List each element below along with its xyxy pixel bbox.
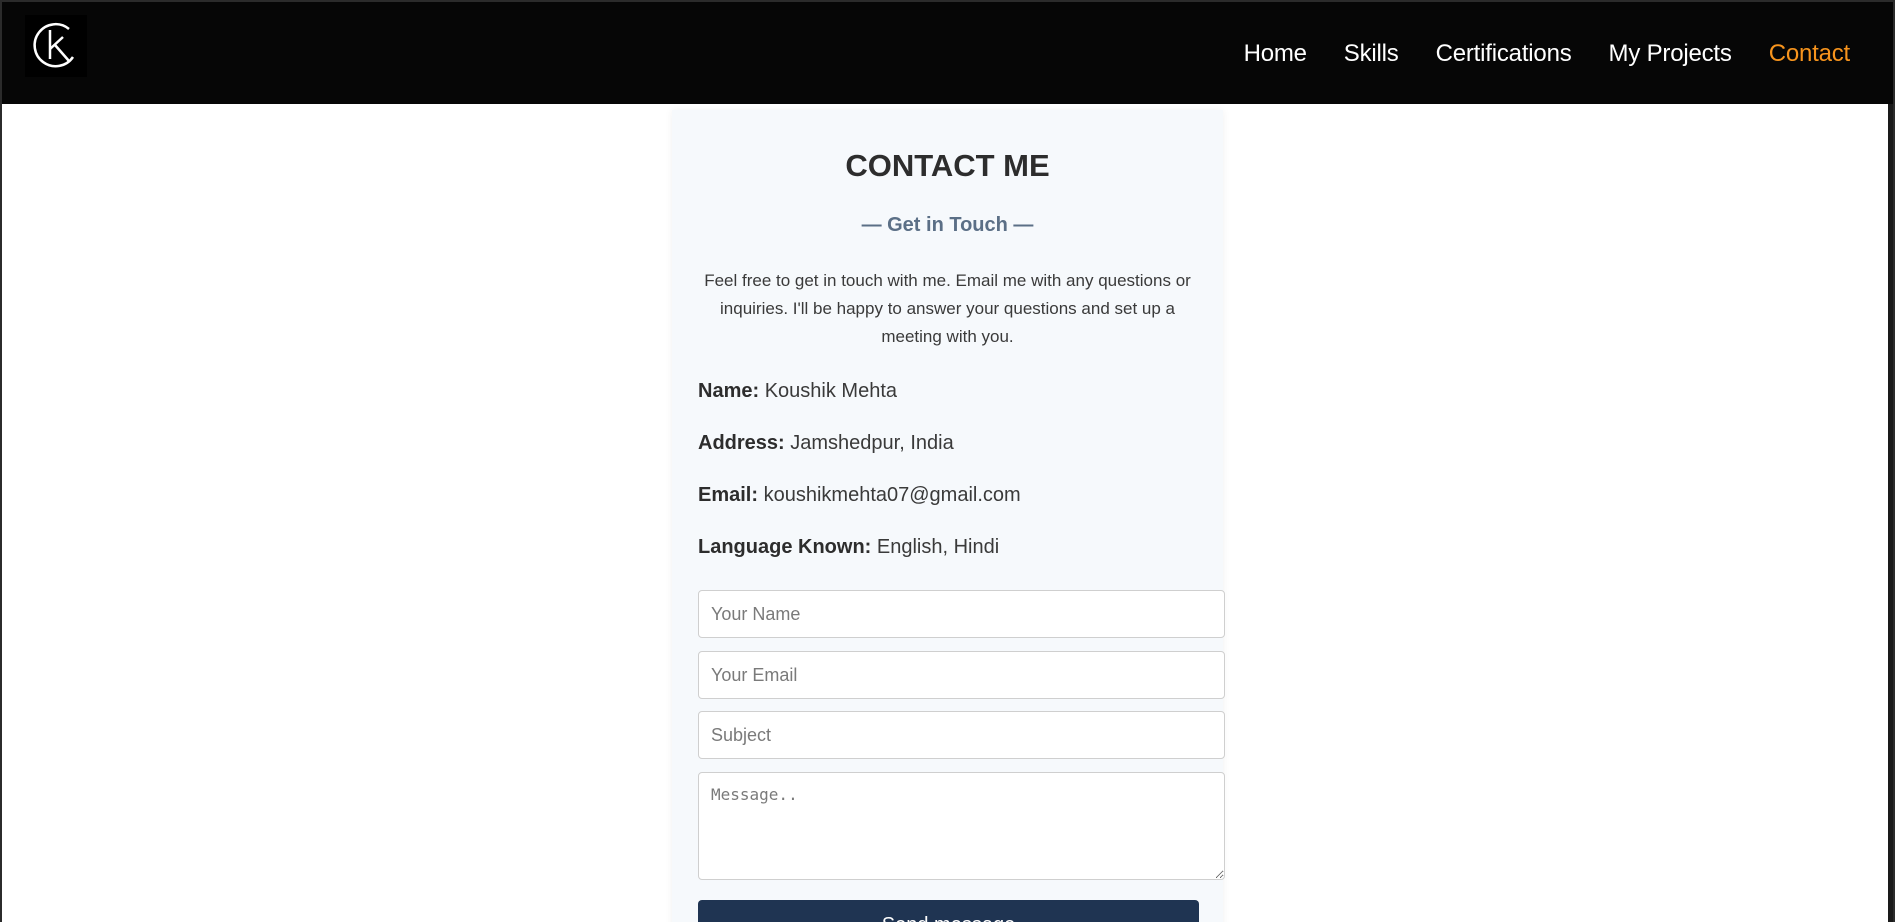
nav-links: Home Skills Certifications My Projects C… [1207, 40, 1851, 68]
send-message-button[interactable]: Send message [698, 900, 1199, 922]
k-monogram-logo-icon[interactable] [25, 15, 87, 77]
info-name: Name: Koushik Mehta [698, 380, 897, 403]
info-value: Jamshedpur, India [790, 432, 954, 454]
name-input[interactable] [698, 590, 1225, 638]
nav-link-skills[interactable]: Skills [1344, 40, 1399, 68]
nav-link-home[interactable]: Home [1244, 40, 1307, 68]
info-value: English, Hindi [876, 536, 1000, 558]
email-input[interactable] [698, 651, 1225, 699]
nav-link-contact[interactable]: Contact [1769, 40, 1851, 68]
info-address: Address: Jamshedpur, India [698, 432, 954, 455]
message-textarea[interactable] [698, 772, 1225, 880]
info-label: Email: [698, 484, 759, 506]
info-email: Email: koushikmehta07@gmail.com [698, 484, 1021, 507]
page-scrollbar[interactable] [1888, 104, 1893, 922]
subject-input[interactable] [698, 711, 1225, 759]
info-label: Name: [698, 380, 760, 402]
info-languages: Language Known: English, Hindi [698, 536, 999, 559]
nav-link-certifications[interactable]: Certifications [1436, 40, 1572, 68]
navbar: Home Skills Certifications My Projects C… [2, 2, 1893, 104]
info-label: Language Known: [698, 536, 872, 558]
info-value: koushikmehta07@gmail.com [763, 484, 1021, 506]
info-value: Koushik Mehta [764, 380, 897, 402]
contact-card: CONTACT ME — Get in Touch — Feel free to… [672, 110, 1225, 922]
page-title: CONTACT ME [845, 148, 1050, 183]
intro-text: Feel free to get in touch with me. Email… [704, 271, 1191, 346]
nav-link-my-projects[interactable]: My Projects [1609, 40, 1732, 68]
info-label: Address: [698, 432, 785, 454]
section-subtitle: — Get in Touch — [861, 214, 1034, 236]
browser-page: Home Skills Certifications My Projects C… [0, 0, 1895, 922]
